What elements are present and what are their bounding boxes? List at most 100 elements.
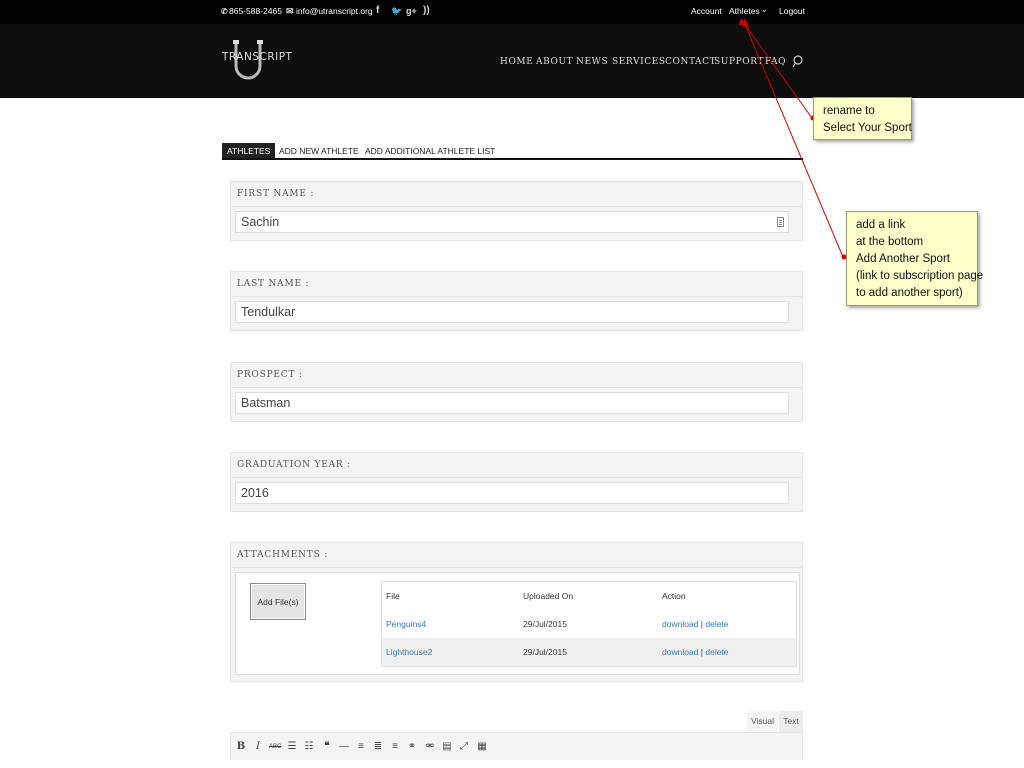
column-header-file: File	[386, 591, 400, 601]
top-bar: ✆ 865-588-2465 ✉ info@utranscript.org f …	[0, 0, 1024, 24]
nav-news[interactable]: NEWS	[576, 57, 608, 67]
action-separator: |	[700, 647, 703, 657]
google-plus-icon[interactable]: g+	[406, 5, 417, 17]
site-logo[interactable]: TRANSCRIPT	[222, 40, 292, 84]
divider	[231, 567, 802, 568]
read-more-icon[interactable]: ▤	[441, 740, 453, 754]
editor-toolbar: B I ABC ☰ ☷ ❝ — ≡ ≣ ≡ ⚭ ⚮ ▤ ⤢ ▦	[230, 732, 803, 760]
files-table: File Uploaded On Action Penguins4 29/Jul…	[381, 581, 797, 667]
prospect-value: Batsman	[241, 396, 291, 410]
chevron-down-icon[interactable]: ⌄	[761, 5, 768, 14]
nav-services[interactable]: SERVICES	[612, 57, 666, 67]
email-link[interactable]: info@utranscript.org	[296, 6, 373, 16]
fullscreen-icon[interactable]: ⤢	[458, 740, 470, 754]
annotation-note-rename: rename to Select Your Sport	[813, 97, 912, 140]
editor-tab-visual[interactable]: Visual	[747, 711, 778, 732]
email-icon: ✉	[286, 6, 294, 16]
logo-text: TRANSCRIPT	[222, 51, 293, 63]
prospect-label: PROSPECT :	[237, 370, 303, 380]
first-name-label: FIRST NAME :	[237, 189, 315, 199]
first-name-field[interactable]: Sachin	[235, 211, 789, 233]
annotation-line: at the bottom	[856, 236, 924, 248]
action-separator: |	[700, 619, 703, 629]
annotation-line: to add another sport)	[856, 287, 963, 299]
attachments-panel: Add File(s) File Uploaded On Action Peng…	[235, 572, 800, 675]
align-right-icon[interactable]: ≡	[389, 740, 401, 754]
delete-link[interactable]: delete	[705, 619, 728, 629]
bold-icon[interactable]: B	[235, 740, 247, 754]
attachments-group: ATTACHMENTS : Add File(s) File Uploaded …	[230, 542, 803, 682]
attachments-label: ATTACHMENTS :	[237, 550, 329, 560]
last-name-label: LAST NAME :	[237, 279, 310, 289]
file-link[interactable]: Lighthouse2	[386, 647, 432, 657]
twitter-icon[interactable]: 🐦	[391, 5, 402, 17]
prospect-field[interactable]: Batsman	[235, 392, 789, 414]
table-row: Lighthouse2 29/Jul/2015 download | delet…	[382, 638, 796, 666]
column-header-uploaded-on: Uploaded On	[523, 591, 574, 601]
tab-athletes[interactable]: ATHLETES	[222, 143, 276, 159]
blockquote-icon[interactable]: ❝	[321, 740, 333, 754]
file-link[interactable]: Penguins4	[386, 619, 426, 629]
strikethrough-icon[interactable]: ABC	[269, 740, 281, 754]
divider	[231, 477, 802, 478]
horizontal-line-icon[interactable]: —	[338, 740, 350, 754]
nav-contact[interactable]: CONTACT	[665, 57, 716, 67]
download-link[interactable]: download	[662, 619, 698, 629]
divider	[231, 296, 802, 297]
first-name-value: Sachin	[241, 215, 280, 229]
uploaded-date: 29/Jul/2015	[523, 619, 567, 629]
bullet-list-icon[interactable]: ☰	[286, 740, 298, 754]
annotation-note-add-link: add a link at the bottom Add Another Spo…	[846, 211, 984, 306]
graduation-year-value: 2016	[241, 486, 269, 500]
nav-home[interactable]: HOME	[500, 57, 533, 67]
align-left-icon[interactable]: ≡	[355, 740, 367, 754]
logout-link[interactable]: Logout	[779, 6, 805, 16]
download-link[interactable]: download	[662, 647, 698, 657]
nav-faq[interactable]: FAQ	[765, 57, 786, 67]
numbered-list-icon[interactable]: ☷	[303, 740, 315, 754]
first-name-group: FIRST NAME : Sachin	[230, 181, 803, 241]
toolbar-toggle-icon[interactable]: ▦	[476, 740, 488, 754]
tab-add-additional-athlete-list[interactable]: ADD ADDITIONAL ATHLETE LIST	[365, 143, 495, 159]
delete-link[interactable]: delete	[705, 647, 728, 657]
site-header: TRANSCRIPT HOME ABOUT NEWS SERVICES CONT…	[0, 24, 1024, 98]
link-icon[interactable]: ⚭	[406, 740, 418, 754]
annotation-line: Add Another Sport	[856, 253, 950, 265]
annotation-line: (link to subscription page	[856, 270, 984, 282]
contact-card-icon	[777, 217, 784, 227]
phone-number: 865-588-2465	[229, 6, 282, 16]
annotation-line: rename to	[823, 105, 875, 117]
phone-icon: ✆	[221, 7, 228, 16]
prospect-group: PROSPECT : Batsman	[230, 362, 803, 422]
last-name-group: LAST NAME : Tendulkar	[230, 271, 803, 331]
table-header-row: File Uploaded On Action	[382, 582, 796, 610]
unlink-icon[interactable]: ⚮	[424, 740, 436, 754]
table-row: Penguins4 29/Jul/2015 download | delete	[382, 610, 796, 638]
uploaded-date: 29/Jul/2015	[523, 647, 567, 657]
tab-add-new-athlete[interactable]: ADD NEW ATHLETE	[279, 143, 359, 159]
editor-tab-text[interactable]: Text	[779, 711, 803, 732]
tabs-underline	[222, 158, 803, 160]
search-icon[interactable]	[792, 55, 804, 68]
rss-icon[interactable]: ))	[423, 5, 430, 17]
annotation-line: add a link	[856, 219, 906, 231]
nav-about[interactable]: ABOUT	[536, 57, 573, 67]
page: ✆ 865-588-2465 ✉ info@utranscript.org f …	[0, 0, 1024, 768]
action-cell: download | delete	[662, 647, 729, 657]
divider	[231, 206, 802, 207]
graduation-year-field[interactable]: 2016	[235, 482, 789, 504]
annotation-line: Select Your Sport	[823, 122, 912, 134]
graduation-year-label: GRADUATION YEAR :	[237, 460, 351, 470]
account-link[interactable]: Account	[691, 6, 722, 16]
column-header-action: Action	[662, 591, 686, 601]
align-center-icon[interactable]: ≣	[372, 740, 384, 754]
last-name-field[interactable]: Tendulkar	[235, 301, 789, 323]
add-files-button[interactable]: Add File(s)	[250, 583, 306, 620]
last-name-value: Tendulkar	[241, 305, 296, 319]
graduation-year-group: GRADUATION YEAR : 2016	[230, 452, 803, 512]
facebook-icon[interactable]: f	[376, 5, 379, 17]
athletes-menu[interactable]: Athletes	[729, 6, 760, 16]
action-cell: download | delete	[662, 619, 729, 629]
italic-icon[interactable]: I	[252, 740, 264, 754]
nav-support[interactable]: SUPPORT	[714, 57, 764, 67]
